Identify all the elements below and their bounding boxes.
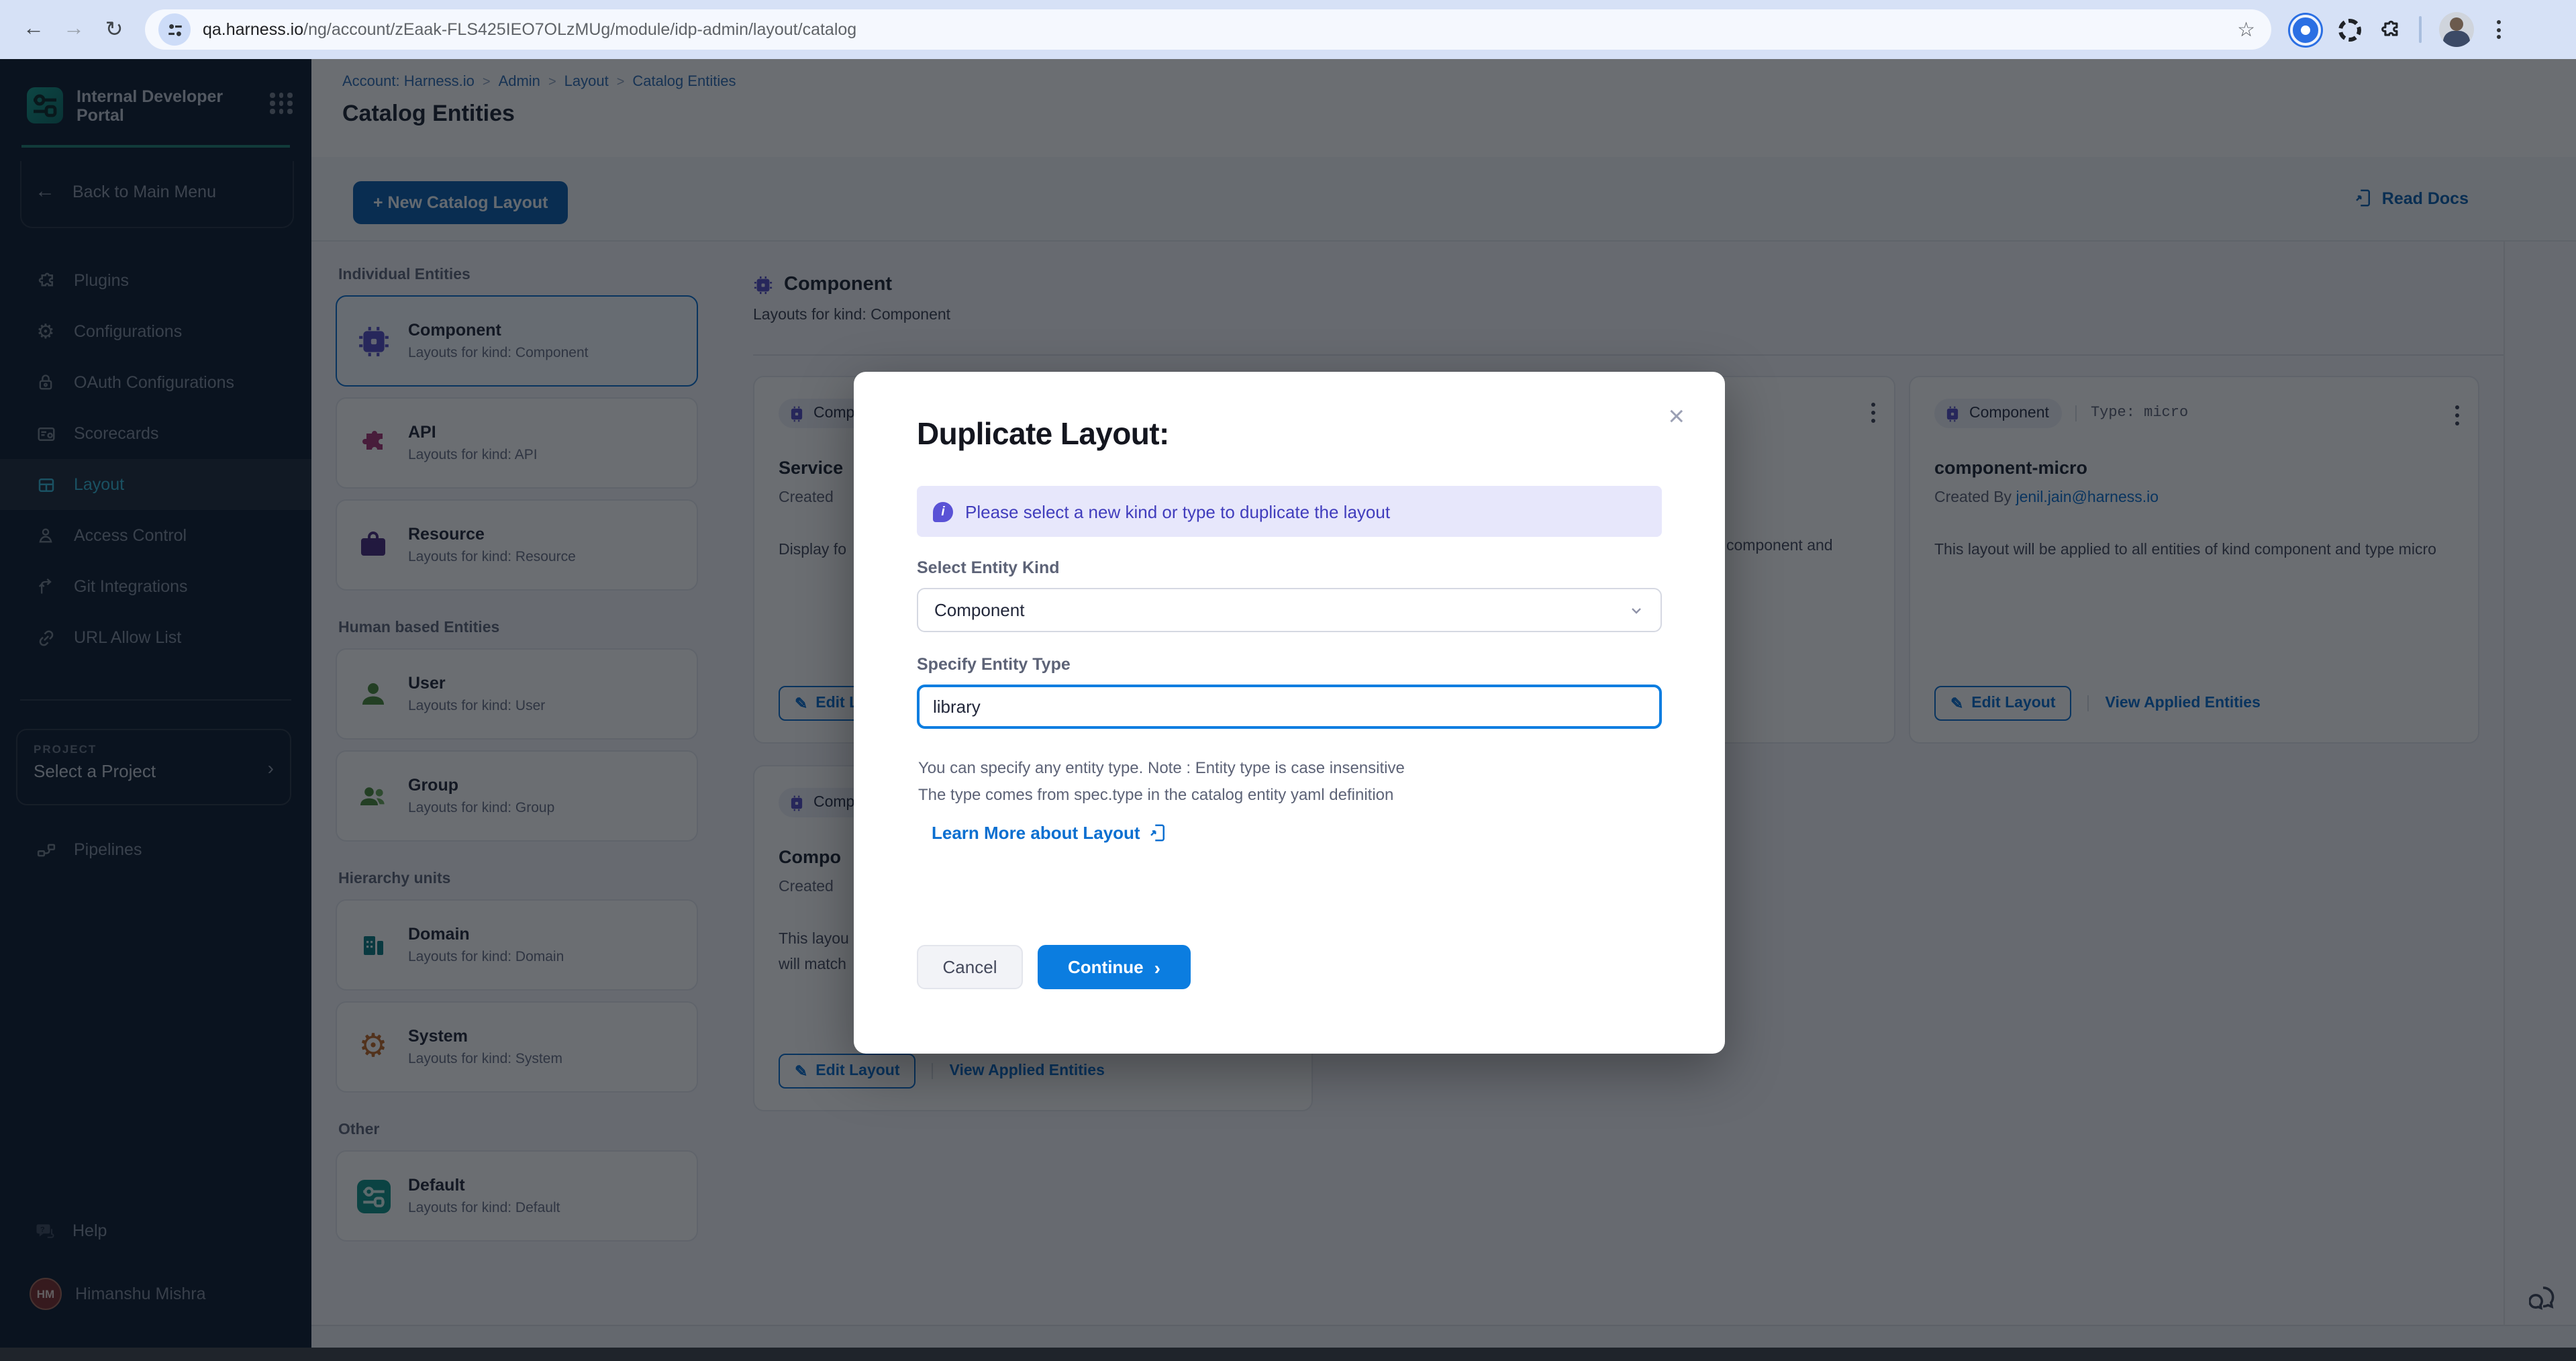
loading-extension-icon[interactable] bbox=[2338, 18, 2361, 41]
browser-forward-button[interactable]: → bbox=[54, 17, 94, 42]
learn-more-link[interactable]: Learn More about Layout bbox=[932, 823, 1169, 843]
site-settings-icon[interactable] bbox=[158, 13, 191, 46]
entity-kind-select[interactable]: Component bbox=[917, 588, 1662, 632]
address-bar[interactable]: qa.harness.io/ng/account/zEaak-FLS425IEO… bbox=[145, 9, 2271, 50]
screen: ← → ↻ qa.harness.io/ng/account/zEaak-FLS… bbox=[0, 0, 2576, 1361]
entity-kind-label: Select Entity Kind bbox=[917, 558, 1060, 577]
chevron-down-icon bbox=[1628, 602, 1644, 618]
info-banner-text: Please select a new kind or type to dupl… bbox=[965, 501, 1390, 521]
duplicate-layout-modal: Duplicate Layout: × i Please select a ne… bbox=[854, 372, 1725, 1054]
url-domain: qa.harness.io bbox=[203, 20, 303, 39]
url-text[interactable]: qa.harness.io/ng/account/zEaak-FLS425IEO… bbox=[203, 20, 2237, 39]
chevron-right-icon: › bbox=[1154, 956, 1160, 978]
continue-button[interactable]: Continue› bbox=[1038, 945, 1191, 989]
info-icon: i bbox=[933, 501, 953, 521]
toolbar-divider bbox=[2419, 16, 2422, 43]
extensions-puzzle-icon[interactable] bbox=[2379, 18, 2401, 41]
browser-back-button[interactable]: ← bbox=[13, 17, 54, 42]
modal-title: Duplicate Layout: bbox=[917, 416, 1169, 452]
bookmark-star-icon[interactable]: ☆ bbox=[2237, 17, 2255, 42]
entity-kind-value: Component bbox=[934, 600, 1628, 620]
onepassword-extension-icon[interactable] bbox=[2290, 14, 2321, 45]
url-path: /ng/account/zEaak-FLS425IEO7OLzMUg/modul… bbox=[303, 20, 856, 39]
cancel-button[interactable]: Cancel bbox=[917, 945, 1023, 989]
entity-type-label: Specify Entity Type bbox=[917, 655, 1071, 674]
close-icon[interactable]: × bbox=[1668, 401, 1685, 434]
browser-toolbar: ← → ↻ qa.harness.io/ng/account/zEaak-FLS… bbox=[0, 0, 2576, 59]
toolbar-extensions bbox=[2290, 12, 2506, 47]
browser-reload-button[interactable]: ↻ bbox=[94, 16, 134, 43]
browser-profile-avatar[interactable] bbox=[2439, 12, 2474, 47]
helper-text: You can specify any entity type. Note : … bbox=[918, 754, 1405, 808]
browser-menu-icon[interactable] bbox=[2491, 20, 2506, 39]
info-banner: i Please select a new kind or type to du… bbox=[917, 486, 1662, 537]
doc-arrow-icon bbox=[1148, 823, 1169, 843]
entity-type-input[interactable] bbox=[917, 685, 1662, 729]
